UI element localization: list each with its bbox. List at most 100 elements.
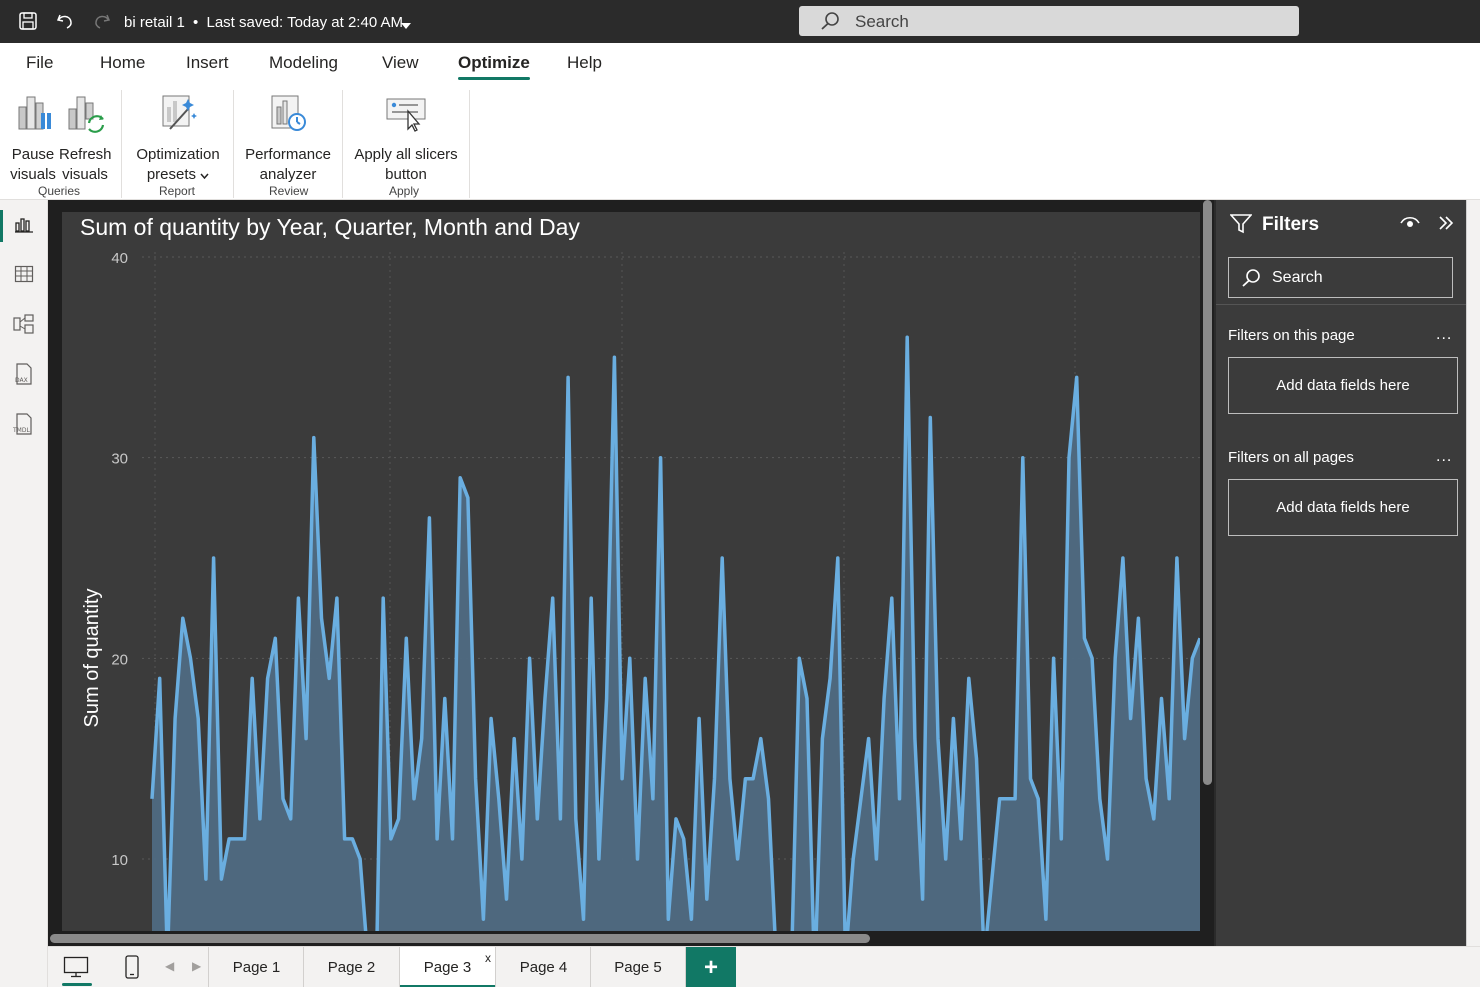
tab-modeling[interactable]: Modeling (269, 53, 338, 73)
desktop-layout-indicator (62, 983, 92, 986)
filters-divider (1216, 304, 1468, 305)
presets-label-2: presets (146, 166, 197, 183)
tab-view[interactable]: View (382, 53, 419, 73)
refresh-visuals-icon (59, 93, 111, 139)
presets-chevron-icon (200, 173, 209, 180)
canvas-horizontal-scrollbar[interactable] (48, 932, 878, 946)
pause-label-2: visuals (10, 166, 56, 183)
apply-slicers-icon (350, 93, 462, 139)
search-box[interactable]: Search (799, 6, 1299, 36)
dax-query-view-icon[interactable]: DAX (10, 360, 38, 388)
page-tab-3[interactable]: Page 3 x (399, 947, 495, 987)
tab-insert[interactable]: Insert (186, 53, 229, 73)
tab-home[interactable]: Home (100, 53, 145, 73)
model-view-icon[interactable] (10, 310, 38, 338)
apply-label-2: button (385, 166, 427, 183)
tmdl-view-icon[interactable]: TMDL (10, 410, 38, 438)
page-tabs-bar: ◀ ▶ Page 1 Page 2 Page 3 x Page 4 Page 5… (48, 946, 1480, 987)
group-label-apply: Apply (389, 184, 420, 198)
undo-icon[interactable] (54, 10, 76, 32)
mobile-layout-icon[interactable] (118, 953, 146, 981)
document-title: bi retail 1 • Last saved: Today at 2:40 … (124, 14, 403, 31)
horizontal-scroll-thumb[interactable] (50, 934, 870, 943)
filters-all-pages-label: Filters on all pages (1228, 449, 1354, 466)
scroll-left-icon[interactable]: ◀ (165, 959, 174, 973)
all-pages-more-button[interactable]: ... (1436, 448, 1452, 466)
filters-this-page-label: Filters on this page (1228, 327, 1355, 344)
add-page-button[interactable]: + (686, 947, 736, 987)
apply-all-slicers-button[interactable]: Apply all slicers button (350, 93, 462, 185)
tab-help[interactable]: Help (567, 53, 602, 73)
canvas-vertical-scrollbar[interactable] (1201, 200, 1213, 800)
active-view-indicator (0, 210, 3, 242)
presets-label-1: Optimization (136, 146, 220, 163)
table-view-icon[interactable] (10, 260, 38, 288)
perf-label-1: Performance (245, 146, 331, 163)
pause-visuals-button[interactable]: Pause visuals (8, 93, 58, 185)
filter-icon (1229, 214, 1253, 239)
performance-analyzer-icon (243, 93, 333, 139)
close-page-icon[interactable]: x (485, 951, 491, 965)
save-icon[interactable] (17, 10, 39, 32)
optimization-presets-icon (131, 93, 225, 139)
redo-icon[interactable] (91, 10, 113, 32)
page-tab-1[interactable]: Page 1 (208, 947, 304, 987)
y-tick-label-40: 40 (111, 250, 128, 267)
refresh-visuals-button[interactable]: Refresh visuals (59, 93, 112, 185)
file-name: bi retail 1 (124, 14, 185, 31)
this-page-more-button[interactable]: ... (1436, 326, 1452, 344)
line-chart-visual[interactable]: 10 20 30 40 Sum of quantity Sum of quantity … (62, 212, 1200, 931)
collapse-pane-icon[interactable] (1438, 215, 1454, 236)
group-label-queries: Queries (38, 184, 81, 198)
tab-file[interactable]: File (26, 53, 53, 73)
apply-label-1: Apply all slicers (354, 146, 458, 163)
svg-text:TMDL: TMDL (12, 427, 30, 434)
group-label-report: Report (159, 184, 196, 198)
page-tab-3-label: Page 3 (423, 959, 472, 976)
chart-plot: 10 20 30 40 Sum of quantity (81, 250, 1200, 931)
ribbon-optimize: Pause visuals Refresh visuals Queries Op… (0, 85, 1480, 200)
all-pages-drop-zone[interactable]: Add data fields here (1228, 479, 1458, 536)
desktop-layout-icon[interactable] (62, 953, 90, 981)
optimization-presets-button[interactable]: Optimization presets (131, 93, 225, 185)
pause-label-1: Pause (11, 146, 55, 163)
page-tab-4[interactable]: Page 4 (495, 947, 591, 987)
svg-text:DAX: DAX (15, 377, 28, 384)
title-bar: bi retail 1 • Last saved: Today at 2:40 … (0, 0, 1480, 43)
filters-search-input[interactable]: Search (1228, 257, 1453, 298)
refresh-label-2: visuals (62, 166, 108, 183)
filters-pane: Filters Search Filters on this page ... … (1214, 200, 1468, 946)
scroll-right-icon[interactable]: ▶ (192, 959, 201, 973)
y-tick-label-10: 10 (111, 852, 128, 869)
eye-icon[interactable] (1400, 216, 1420, 235)
vertical-scroll-thumb[interactable] (1203, 200, 1212, 785)
group-label-review: Review (269, 184, 309, 198)
y-tick-label-20: 20 (111, 651, 128, 668)
this-page-drop-zone[interactable]: Add data fields here (1228, 357, 1458, 414)
search-icon (1241, 268, 1261, 293)
group-divider (121, 90, 122, 198)
powerbi-window: bi retail 1 • Last saved: Today at 2:40 … (0, 0, 1480, 987)
ribbon-tabs: File Home Insert Modeling View Optimize … (0, 43, 1480, 85)
tab-optimize[interactable]: Optimize (458, 53, 530, 80)
title-separator: • (193, 14, 199, 31)
group-divider (342, 90, 343, 198)
filters-search-placeholder: Search (1272, 269, 1323, 286)
pause-visuals-icon (8, 93, 58, 139)
performance-analyzer-button[interactable]: Performance analyzer (243, 93, 333, 185)
collapsed-visualizations-pane[interactable] (1466, 200, 1480, 946)
report-view-icon[interactable] (10, 210, 38, 238)
perf-label-2: analyzer (259, 166, 317, 183)
search-placeholder: Search (855, 12, 909, 31)
y-axis-label: Sum of quantity (81, 589, 103, 728)
refresh-label-1: Refresh (59, 146, 112, 163)
page-tab-2[interactable]: Page 2 (303, 947, 399, 987)
y-tick-label-30: 30 (111, 451, 128, 468)
chevron-down-icon[interactable] (400, 17, 412, 35)
view-switcher-rail: DAX TMDL (0, 200, 48, 987)
page-tab-5[interactable]: Page 5 (590, 947, 686, 987)
save-status: Last saved: Today at 2:40 AM (206, 14, 404, 31)
filters-title: Filters (1262, 214, 1320, 235)
chart-title: Sum of quantity by Year, Quarter, Month … (80, 214, 580, 240)
search-icon (819, 11, 841, 36)
